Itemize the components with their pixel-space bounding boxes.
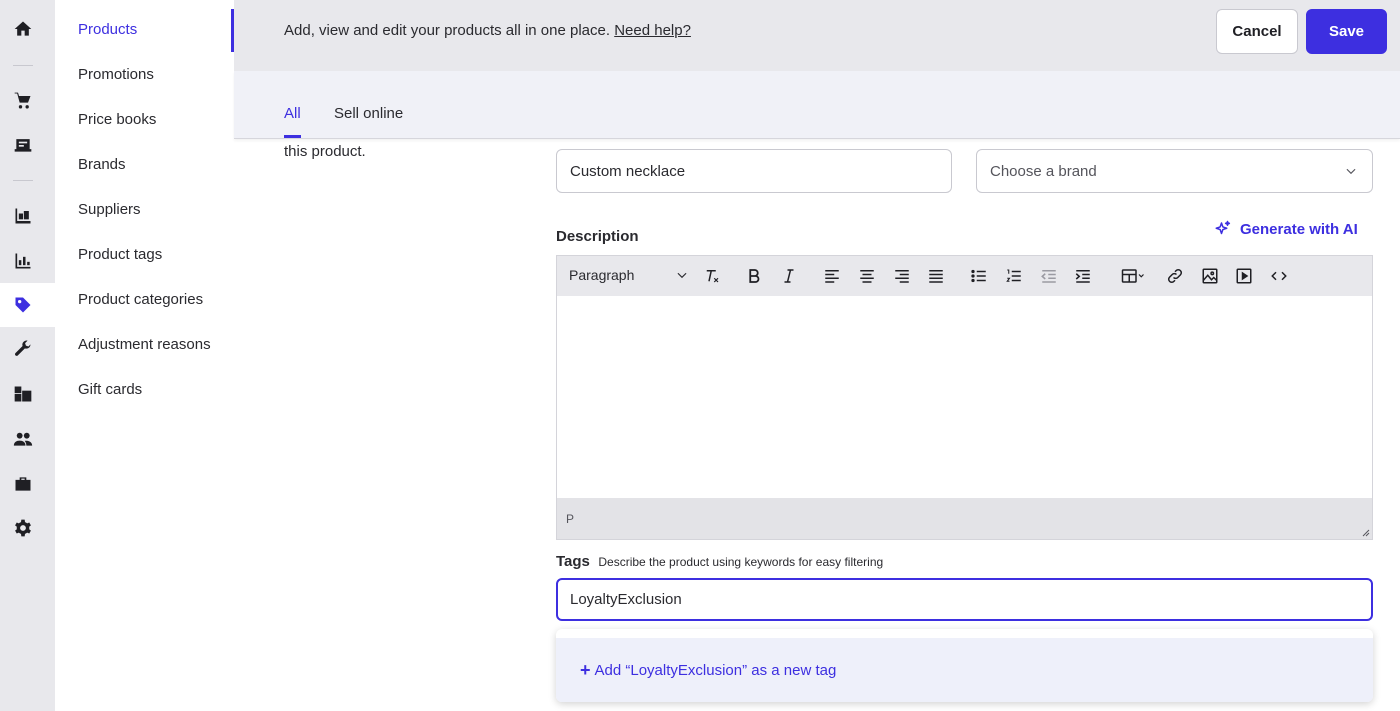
rail-divider — [13, 65, 33, 66]
subnav-item-brands[interactable]: Brands — [78, 156, 126, 173]
clear-format-icon[interactable] — [702, 266, 722, 286]
briefcase-icon[interactable] — [12, 473, 34, 495]
block-format-select[interactable]: Paragraph — [569, 267, 687, 283]
customers-icon[interactable] — [12, 428, 34, 450]
subnav-item-product-categories[interactable]: Product categories — [78, 291, 203, 308]
active-tab-underline — [284, 135, 301, 138]
subnav-item-gift-cards[interactable]: Gift cards — [78, 381, 142, 398]
add-new-tag-option[interactable]: + Add “LoyaltyExclusion” as a new tag — [556, 638, 1373, 702]
description-editor: Paragraph P — [556, 255, 1373, 540]
resize-handle-icon[interactable] — [1360, 527, 1370, 537]
product-name-input[interactable]: Custom necklace — [556, 149, 952, 193]
italic-icon[interactable] — [779, 266, 799, 286]
tags-label-group: Tags Describe the product using keywords… — [556, 553, 883, 571]
link-icon[interactable] — [1165, 266, 1185, 286]
editor-content-area[interactable] — [557, 296, 1372, 498]
subnav-item-adjustment-reasons[interactable]: Adjustment reasons — [78, 336, 211, 353]
bold-icon[interactable] — [744, 266, 764, 286]
sparkle-icon — [1215, 220, 1231, 235]
save-button[interactable]: Save — [1306, 9, 1387, 54]
plus-icon: + — [580, 660, 591, 680]
tab-bar: All Sell online — [234, 71, 1400, 139]
table-icon[interactable] — [1117, 266, 1149, 286]
editor-toolbar: Paragraph — [557, 256, 1372, 296]
need-help-link[interactable]: Need help? — [614, 22, 691, 39]
chevron-down-icon — [1346, 168, 1356, 175]
tags-suggestions-dropdown: + Add “LoyaltyExclusion” as a new tag — [556, 629, 1373, 702]
outdent-icon[interactable] — [1039, 266, 1059, 286]
brand-select-placeholder: Choose a brand — [990, 162, 1097, 180]
tags-hint: Describe the product using keywords for … — [598, 555, 884, 569]
chevron-down-icon — [677, 272, 687, 279]
media-icon[interactable] — [1234, 266, 1254, 286]
add-new-tag-label: Add “LoyaltyExclusion” as a new tag — [594, 661, 837, 679]
subnav-item-price-books[interactable]: Price books — [78, 111, 156, 128]
cancel-button[interactable]: Cancel — [1216, 9, 1298, 54]
boxes-icon[interactable] — [12, 383, 34, 405]
indent-icon[interactable] — [1073, 266, 1093, 286]
reports-icon[interactable] — [12, 250, 34, 272]
rail-divider — [13, 180, 33, 181]
gear-icon[interactable] — [12, 517, 34, 539]
tags-input[interactable]: LoyaltyExclusion — [556, 578, 1373, 621]
subnav-item-promotions[interactable]: Promotions — [78, 66, 154, 83]
generate-with-ai-label: Generate with AI — [1240, 220, 1358, 238]
description-label: Description — [556, 228, 639, 245]
image-icon[interactable] — [1200, 266, 1220, 286]
subnav-item-product-tags[interactable]: Product tags — [78, 246, 162, 263]
section-help-text: this product. — [284, 143, 366, 160]
subnav-item-suppliers[interactable]: Suppliers — [78, 201, 141, 218]
tags-label: Tags — [556, 553, 590, 570]
generate-with-ai-button[interactable]: Generate with AI — [1214, 218, 1358, 240]
align-center-icon[interactable] — [857, 266, 877, 286]
element-path: P — [566, 512, 575, 526]
align-justify-icon[interactable] — [926, 266, 946, 286]
cart-icon[interactable] — [12, 90, 34, 112]
register-icon[interactable] — [12, 134, 34, 156]
header-message-text: Add, view and edit your products all in … — [284, 22, 611, 39]
home-icon[interactable] — [12, 18, 34, 40]
inventory-icon[interactable] — [12, 205, 34, 227]
tag-icon[interactable] — [12, 294, 34, 316]
editor-statusbar: P — [557, 498, 1372, 539]
subnav-item-products[interactable]: Products — [78, 21, 137, 38]
header-message: Add, view and edit your products all in … — [284, 22, 691, 39]
align-right-icon[interactable] — [892, 266, 912, 286]
align-left-icon[interactable] — [822, 266, 842, 286]
tab-all[interactable]: All — [284, 105, 301, 122]
main-content: Add, view and edit your products all in … — [234, 0, 1400, 711]
catalog-subnav: Products Promotions Price books Brands S… — [55, 0, 234, 711]
tab-sell-online[interactable]: Sell online — [334, 105, 403, 122]
bullet-list-icon[interactable] — [969, 266, 989, 286]
page-header: Add, view and edit your products all in … — [234, 0, 1400, 71]
numbered-list-icon[interactable] — [1004, 266, 1024, 286]
icon-rail — [0, 0, 55, 711]
block-format-label: Paragraph — [569, 267, 635, 283]
source-code-icon[interactable] — [1269, 266, 1289, 286]
brand-select[interactable]: Choose a brand — [976, 149, 1373, 193]
wrench-icon[interactable] — [12, 338, 34, 360]
